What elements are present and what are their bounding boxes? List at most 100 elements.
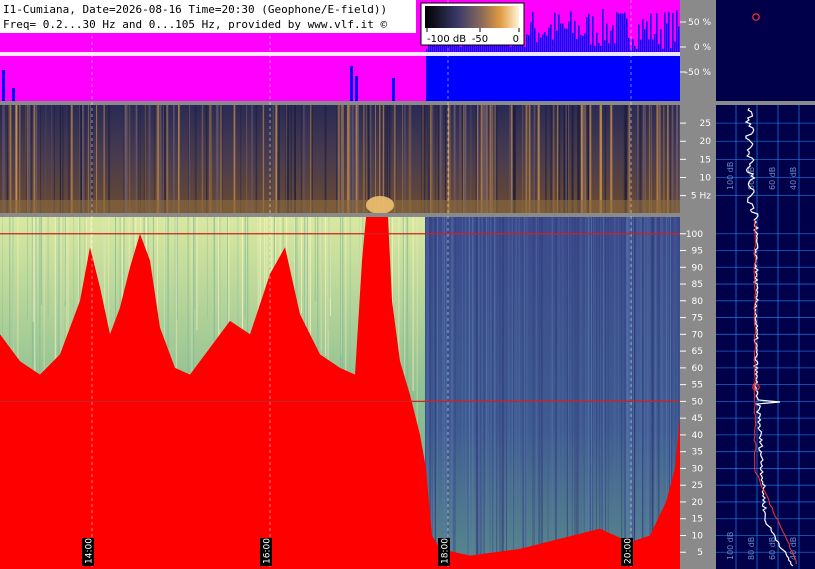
amplitude-bar [624,12,626,56]
low-frequency-streak [127,105,129,213]
low-frequency-band [0,200,680,213]
low-frequency-streak [157,105,160,213]
noise-streak [477,217,479,569]
amplitude-bar [616,12,618,55]
low-frequency-tick-label: 10 [700,174,712,184]
low-frequency-tick-label: 5 Hz [691,192,711,202]
low-frequency-streak [449,105,451,213]
noise-streak [578,217,579,569]
low-frequency-streak [143,105,146,213]
low-frequency-streak [339,105,341,213]
low-frequency-streak [475,105,477,213]
amplitude-bar [570,11,572,56]
low-frequency-streak [163,105,164,213]
time-tick-label: 14:00 [85,538,95,564]
main-frequency-tick-label: 40 [692,431,704,441]
low-frequency-streak [676,105,678,213]
noise-streak [482,217,484,569]
low-frequency-streak [166,105,167,213]
low-frequency-streak [642,105,645,213]
noise-streak [534,217,535,569]
amplitude-bar [612,25,614,55]
low-frequency-streak [459,105,461,213]
noise-streak [515,217,517,569]
colorbar-tick-label: -100 dB [427,34,466,45]
amplitude-bar [12,88,15,101]
low-frequency-streak [656,105,659,213]
amplitude-bar [534,28,536,55]
low-frequency-streak [40,105,41,213]
noise-streak [588,217,590,569]
low-frequency-streak [577,105,580,213]
noise-streak [547,217,549,569]
low-frequency-streak [584,105,587,213]
strip-separator [0,101,680,105]
low-frequency-streak [338,105,340,213]
low-frequency-streak [648,105,651,213]
noise-streak [490,217,492,569]
main-frequency-tick-label: 30 [692,464,704,474]
noise-streak [634,217,636,569]
low-frequency-streak [9,105,12,213]
noise-streak [434,217,436,569]
noise-streak [325,217,327,356]
header-line-2: Freq= 0.2...30 Hz and 0...105 Hz, provid… [3,18,387,31]
low-frequency-streak [159,105,161,213]
low-frequency-streak [672,105,674,213]
low-frequency-streak [552,105,555,213]
noise-streak [636,217,638,569]
low-frequency-streak [626,105,627,213]
amplitude-bar [672,12,674,55]
noise-streak [329,217,331,298]
low-frequency-streak [485,105,487,213]
noise-streak [524,217,526,569]
noise-streak [494,217,495,569]
low-frequency-streak [508,105,511,213]
low-frequency-streak [639,105,642,213]
noise-streak [576,217,578,569]
amplitude-bar [568,21,570,55]
amplitude-tick-label: 50 % [688,18,711,28]
noise-streak [469,217,470,569]
spectrum-db-label: 60 dB [768,167,777,190]
low-frequency-streak [432,105,434,213]
noise-streak [637,217,639,569]
noise-streak [601,217,603,569]
noise-streak [56,217,58,356]
low-frequency-streak [528,105,531,213]
spectrum-db-label: 80 dB [747,537,756,560]
low-frequency-streak [490,105,492,213]
amplitude-bar [392,78,395,101]
amplitude-trace [0,52,680,56]
low-frequency-streak [294,105,296,213]
low-frequency-streak [340,105,343,213]
low-frequency-streak [636,105,639,213]
noise-streak [499,217,501,569]
amplitude-bar [554,12,556,56]
noise-streak [556,217,557,569]
noise-streak [574,217,576,569]
low-frequency-streak [53,105,55,213]
low-frequency-streak [240,105,242,213]
low-frequency-streak [324,105,327,213]
low-frequency-streak [336,105,338,213]
low-frequency-streak [645,105,646,213]
low-frequency-streak [545,105,547,213]
noise-streak [412,217,414,391]
main-frequency-tick-label: 55 [692,381,703,391]
low-frequency-tick-label: 20 [700,137,712,147]
main-frequency-tick-label: 15 [692,515,703,525]
low-frequency-streak [123,105,125,213]
amplitude-bar [544,32,546,55]
low-frequency-streak [92,105,94,213]
main-frequency-tick-label: 35 [692,448,703,458]
noise-streak [47,217,49,316]
low-frequency-streak [216,105,218,213]
low-frequency-streak [201,105,204,213]
noise-streak [443,217,445,569]
noise-streak [589,217,591,569]
noise-streak [472,217,474,569]
noise-streak [508,217,510,569]
noise-streak [539,217,541,569]
main-frequency-tick-label: 45 [692,414,703,424]
